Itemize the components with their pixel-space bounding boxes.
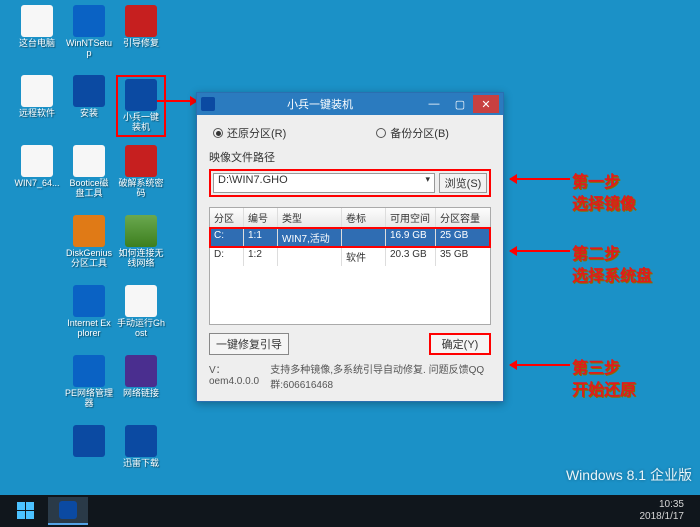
ie-icon [73,285,105,317]
desktop-icon-ie[interactable]: Internet Explorer [64,285,114,347]
icon-label: Internet Explorer [65,319,113,339]
app-icon [59,501,77,519]
arrow-icon-to-dialog [157,100,197,102]
table-header: 分区 编号 类型 卷标 可用空间 分区容量 [210,208,490,228]
maximize-button[interactable]: ▢ [447,95,473,113]
desktop-icon-boot-repair[interactable]: 引导修复 [116,5,166,67]
winntsetup-icon [73,5,105,37]
xiaobing-icon [125,79,157,111]
app-icon [201,97,215,111]
desktop-icon-xunlei[interactable]: 迅雷下载 [116,425,166,487]
icon-label: 小兵一键装机 [120,113,162,133]
desktop-icon-this-pc[interactable]: 这台电脑 [12,5,62,67]
ghost-icon [125,285,157,317]
os-watermark: Windows 8.1 企业版 [566,465,692,485]
desktop-icon-bootice[interactable]: Bootice磁盘工具 [64,145,114,207]
icon-label: WIN7_64... [14,179,59,189]
clock-time: 10:35 [640,499,685,511]
repair-boot-button[interactable]: 一键修复引导 [209,333,289,355]
desktop-icon-diskgenius[interactable]: DiskGenius分区工具 [64,215,114,277]
diskgenius-icon [73,215,105,247]
partition-row[interactable]: D:1:2软件20.3 GB35 GB [210,247,490,266]
clock-date: 2018/1/17 [640,511,685,523]
this-pc-icon [21,5,53,37]
desktop-icon-wifi[interactable]: 如何连接无线网络 [116,215,166,277]
desktop: 这台电脑 WinNTSetup 引导修复远程软件 安装 小兵一键装机 WIN7_64...… [0,0,700,527]
icon-label: Bootice磁盘工具 [65,179,113,199]
net-link-icon [125,355,157,387]
system-tray[interactable]: 10:35 2018/1/17 [640,499,695,523]
image-path-row: D:\WIN7.GHO ▾ 浏览(S) [209,169,491,197]
arrow-icon [510,178,570,180]
wifi-icon [125,215,157,247]
taskbar-app-xiaobing[interactable] [48,497,88,525]
desktop-icon-net-link[interactable]: 网络链接 [116,355,166,417]
desktop-icon-winntsetup[interactable]: WinNTSetup [64,5,114,67]
icon-label: 如何连接无线网络 [117,249,165,269]
radio-backup[interactable]: 备份分区(B) [376,125,449,141]
icon-label: 安装 [80,109,98,119]
icon-label: 引导修复 [123,39,159,49]
windows-logo-icon [17,502,35,520]
desktop-icon-xiaobing[interactable]: 小兵一键装机 [116,75,166,137]
remote-soft-icon [21,75,53,107]
nt-pwd-icon [125,145,157,177]
callout-step-3: 第三步 开始还原 [572,354,700,400]
start-button[interactable] [6,497,46,525]
radio-restore[interactable]: 还原分区(R) [213,125,286,141]
partition-row[interactable]: C:1:1WIN7,活动16.9 GB25 GB [210,228,490,247]
image-path-input[interactable]: D:\WIN7.GHO ▾ [213,173,435,193]
icon-label: WinNTSetup [65,39,113,59]
installer-icon [73,75,105,107]
pe-net-icon [73,355,105,387]
icon-label: 手动运行Ghost [117,319,165,339]
desktop-icon-pe-net[interactable]: PE网络管理器 [64,355,114,417]
partition-table: 分区 编号 类型 卷标 可用空间 分区容量 C:1:1WIN7,活动16.9 G… [209,207,491,325]
icon-label: 远程软件 [19,109,55,119]
icon-label: 破解系统密码 [117,179,165,199]
browse-button[interactable]: 浏览(S) [439,173,487,193]
bootice-icon [73,145,105,177]
icon-label: 迅雷下载 [123,459,159,469]
desktop-icon-installer[interactable]: 安装 [64,75,114,137]
icon-label: 这台电脑 [19,39,55,49]
taskbar[interactable]: 10:35 2018/1/17 [0,495,700,527]
icon-label: 网络链接 [123,389,159,399]
callout-step-2: 第二步 选择系统盘 [572,240,700,286]
desktop-icon-ghost[interactable]: 手动运行Ghost [116,285,166,347]
path-label: 映像文件路径 [209,149,491,165]
radio-dot-icon [376,128,386,138]
boot-repair-icon [125,5,157,37]
sgi-icon [73,425,105,457]
radio-dot-icon [213,128,223,138]
win7-64-icon [21,145,53,177]
arrow-icon [510,364,570,366]
close-button[interactable]: ✕ [473,95,499,113]
icon-label: DiskGenius分区工具 [65,249,113,269]
desktop-icon-grid: 这台电脑 WinNTSetup 引导修复远程软件 安装 小兵一键装机 WIN7_64...… [12,5,166,487]
desktop-icon-sgi[interactable] [64,425,114,487]
desktop-icon-nt-pwd[interactable]: 破解系统密码 [116,145,166,207]
status-bar: V：oem4.0.0.0 支持多种镜像,多系统引导自动修复. 问题反馈QQ群:6… [209,361,491,391]
titlebar[interactable]: 小兵一键装机 — ▢ ✕ [197,93,503,115]
dropdown-caret-icon[interactable]: ▾ [425,174,430,185]
arrow-icon [510,250,570,252]
desktop-icon-win7-64[interactable]: WIN7_64... [12,145,62,207]
xunlei-icon [125,425,157,457]
app-dialog: 小兵一键装机 — ▢ ✕ 还原分区(R) 备份分区(B) 映像文件路径 [196,92,504,402]
window-title: 小兵一键装机 [219,96,421,112]
callout-step-1: 第一步 选择镜像 [572,168,700,214]
desktop-icon-remote-soft[interactable]: 远程软件 [12,75,62,137]
minimize-button[interactable]: — [421,95,447,113]
icon-label: PE网络管理器 [65,389,113,409]
ok-button[interactable]: 确定(Y) [429,333,491,355]
